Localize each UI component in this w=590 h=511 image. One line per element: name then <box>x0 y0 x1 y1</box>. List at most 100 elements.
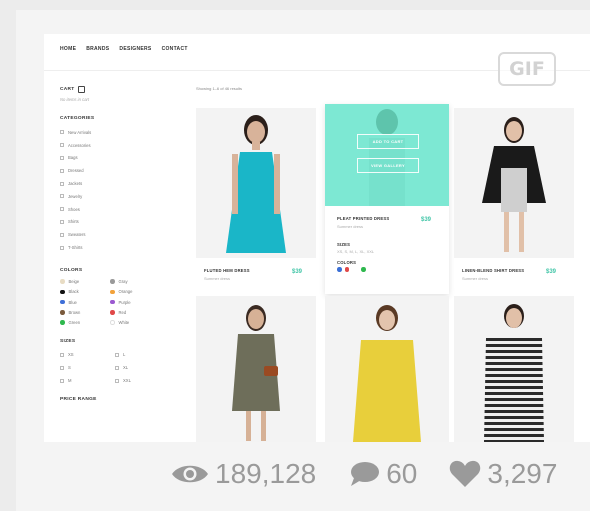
checkbox-icon[interactable] <box>115 378 119 383</box>
comments-stat[interactable]: 60 <box>348 458 417 490</box>
filter-sidebar: CART No items in cart CATEGORIES New Arr… <box>60 86 170 402</box>
sizes-heading: SIZES <box>60 339 76 345</box>
swatch-icon[interactable] <box>361 267 366 272</box>
hover-overlay: ADD TO CART VIEW GALLERY <box>325 104 449 206</box>
cart-heading[interactable]: CART <box>60 86 170 93</box>
size-option[interactable]: XL <box>115 365 160 370</box>
size-option[interactable]: S <box>60 365 115 370</box>
product-card[interactable]: FLUTED HEM DRESS Summer dress $39 <box>196 108 316 288</box>
checkbox-icon[interactable] <box>60 232 64 237</box>
color-option[interactable]: White <box>110 320 160 325</box>
size-label: XS <box>68 352 74 358</box>
checkbox-icon[interactable] <box>60 352 64 357</box>
cart-icon[interactable] <box>77 86 85 93</box>
color-option[interactable]: Brown <box>60 310 110 315</box>
color-dot-icon <box>60 279 65 284</box>
checkbox-icon[interactable] <box>60 219 64 224</box>
model-illustration <box>226 115 286 253</box>
category-item[interactable]: Accessories <box>60 139 170 152</box>
color-label: Green <box>68 320 81 326</box>
results-count: Showing 1–6 of 46 results <box>196 86 243 91</box>
heart-icon <box>450 460 481 487</box>
product-name[interactable]: FLUTED HEM DRESS <box>204 268 250 273</box>
product-card[interactable] <box>454 296 574 442</box>
views-count: 189,128 <box>215 458 317 489</box>
product-card-hovered[interactable]: ADD TO CART VIEW GALLERY PLEAT PRINTED D… <box>325 104 449 294</box>
color-label: Black <box>68 289 79 295</box>
size-option[interactable]: XS <box>60 352 115 357</box>
checkbox-icon[interactable] <box>60 168 64 173</box>
color-option[interactable]: Black <box>60 289 110 294</box>
category-item[interactable]: Sweaters <box>60 228 170 241</box>
checkbox-icon[interactable] <box>60 181 64 186</box>
category-item[interactable]: T-Shirts <box>60 241 170 254</box>
add-to-cart-button[interactable]: ADD TO CART <box>357 134 419 149</box>
product-image[interactable] <box>325 296 449 442</box>
product-image[interactable] <box>454 296 574 442</box>
checkbox-icon[interactable] <box>60 155 64 160</box>
product-card[interactable]: LINEN-BLEND SHIRT DRESS Summer dress $39 <box>454 108 574 288</box>
category-item[interactable]: Bags <box>60 152 170 165</box>
checkbox-icon[interactable] <box>60 245 64 250</box>
nav-home[interactable]: HOME <box>60 46 76 52</box>
color-label: Purple <box>118 299 131 305</box>
size-option[interactable]: M <box>60 378 115 383</box>
model-illustration <box>484 304 544 442</box>
model-illustration <box>482 117 546 252</box>
size-label: S <box>68 365 71 371</box>
checkbox-icon[interactable] <box>60 143 64 148</box>
size-option[interactable]: L <box>115 352 160 357</box>
category-item[interactable]: New Arrivals <box>60 126 170 139</box>
size-option[interactable]: XXL <box>115 378 160 383</box>
product-price: $39 <box>546 269 557 275</box>
category-item[interactable]: Dressed <box>60 164 170 177</box>
product-image[interactable] <box>196 108 316 258</box>
shot-card[interactable]: HOME BRANDS DESIGNERS CONTACT GIF CART N… <box>16 10 590 511</box>
checkbox-icon[interactable] <box>60 130 64 135</box>
category-item[interactable]: Shirts <box>60 216 170 229</box>
product-name[interactable]: PLEAT PRINTED DRESS <box>337 216 389 221</box>
checkbox-icon[interactable] <box>60 194 64 199</box>
size-filter-grid: XS L S XL M XXL <box>60 352 170 383</box>
views-stat[interactable]: 189,128 <box>171 458 316 490</box>
product-price: $39 <box>421 217 432 223</box>
product-card[interactable] <box>196 296 316 442</box>
color-option[interactable]: Purple <box>110 300 160 305</box>
color-option[interactable]: Beige <box>60 279 110 284</box>
category-list: New Arrivals Accessories Bags Dressed Ja… <box>60 126 170 254</box>
view-gallery-button[interactable]: VIEW GALLERY <box>357 158 419 173</box>
colors-heading: COLORS <box>60 267 83 273</box>
category-item[interactable]: Shoes <box>60 203 170 216</box>
checkbox-icon[interactable] <box>115 352 119 357</box>
screenshot-preview[interactable]: HOME BRANDS DESIGNERS CONTACT GIF CART N… <box>44 34 590 442</box>
color-dot-icon <box>60 320 65 325</box>
color-option[interactable]: Orange <box>110 289 160 294</box>
swatch-icon[interactable] <box>344 267 349 272</box>
category-item[interactable]: Jewelry <box>60 190 170 203</box>
color-option[interactable]: Blue <box>60 300 110 305</box>
color-label: Brown <box>68 309 81 315</box>
stats-bar: 189,128 60 3,297 <box>171 458 557 490</box>
likes-stat[interactable]: 3,297 <box>449 458 557 490</box>
product-image[interactable] <box>196 296 316 442</box>
checkbox-icon[interactable] <box>60 207 64 212</box>
nav-designers[interactable]: DESIGNERS <box>119 46 151 52</box>
product-card[interactable] <box>325 296 449 442</box>
color-dot-icon <box>110 310 115 315</box>
product-name[interactable]: LINEN-BLEND SHIRT DRESS <box>462 268 524 273</box>
color-dot-icon <box>110 299 115 305</box>
checkbox-icon[interactable] <box>60 378 64 383</box>
nav-brands[interactable]: BRANDS <box>86 46 109 52</box>
color-option[interactable]: Red <box>110 310 160 315</box>
product-price: $39 <box>292 269 303 275</box>
swatch-icon[interactable] <box>337 267 342 272</box>
checkbox-icon[interactable] <box>60 365 64 370</box>
cart-label: CART <box>60 87 75 92</box>
comments-count: 60 <box>386 458 418 489</box>
color-option[interactable]: Gray <box>110 279 160 284</box>
nav-contact[interactable]: CONTACT <box>162 46 188 52</box>
category-item[interactable]: Jackets <box>60 177 170 190</box>
checkbox-icon[interactable] <box>115 365 119 370</box>
product-image[interactable] <box>454 108 574 258</box>
color-option[interactable]: Green <box>60 320 110 325</box>
